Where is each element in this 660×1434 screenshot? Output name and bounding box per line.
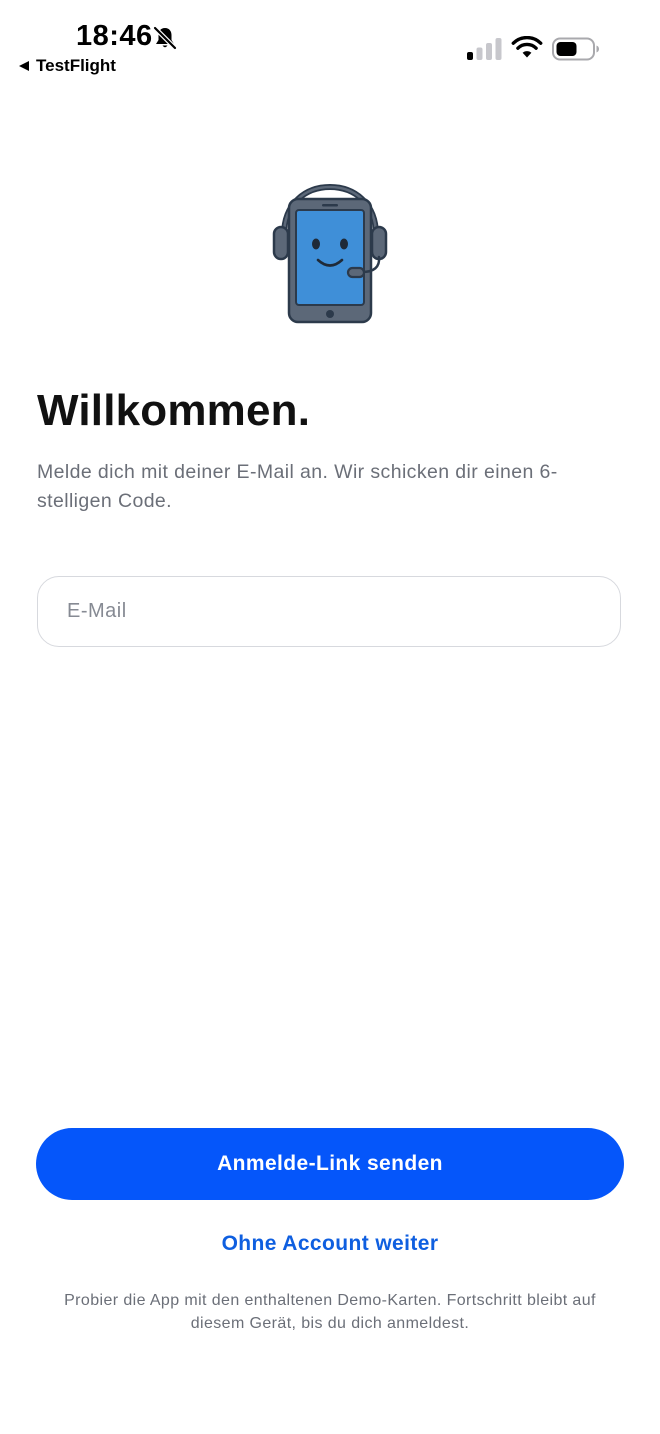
demo-info-text: Probier die App mit den enthaltenen Demo… xyxy=(64,1292,596,1332)
page-title: Willkommen. xyxy=(37,386,311,435)
phone-with-headset-icon xyxy=(272,183,388,324)
bell-off-icon xyxy=(153,26,177,50)
continue-without-account-link[interactable]: Ohne Account weiter xyxy=(0,1232,660,1256)
status-bar: 18:46 TestFlight xyxy=(0,0,660,90)
back-arrow-icon[interactable] xyxy=(18,60,30,72)
wifi-icon xyxy=(511,36,543,58)
battery-icon xyxy=(552,37,599,61)
back-to-app-link[interactable]: TestFlight xyxy=(36,56,116,76)
status-time: 18:46 xyxy=(76,20,153,52)
cellular-signal-icon xyxy=(467,38,502,60)
email-field[interactable] xyxy=(37,576,621,647)
send-login-link-button[interactable]: Anmelde-Link senden xyxy=(36,1128,624,1200)
email-input[interactable] xyxy=(38,577,620,646)
page-subtitle: Melde dich mit deiner E-Mail an. Wir sch… xyxy=(37,461,558,512)
